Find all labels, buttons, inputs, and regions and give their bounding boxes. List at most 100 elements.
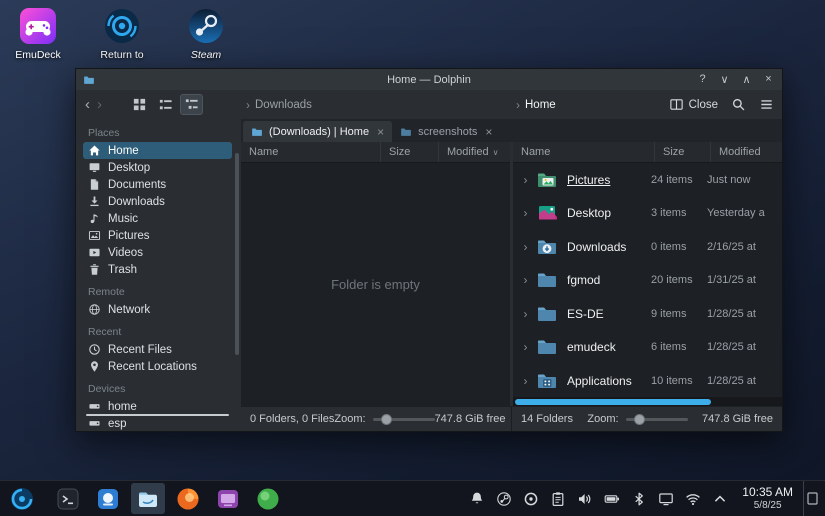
desktop-icon-emudeck[interactable]: EmuDeck (6, 6, 70, 61)
taskbar-blue-app[interactable] (91, 483, 125, 514)
empty-folder-view[interactable]: Folder is empty (241, 163, 510, 406)
search-button[interactable] (731, 97, 746, 112)
breadcrumb-right-label[interactable]: Home (525, 99, 556, 111)
scrollbar-thumb[interactable] (515, 399, 711, 405)
taskbar-media-app[interactable] (211, 483, 245, 514)
expand-chevron-icon[interactable]: › (516, 340, 535, 354)
taskbar-dark-app[interactable] (51, 483, 85, 514)
column-header-name[interactable]: Name (241, 142, 380, 162)
bluetooth-icon[interactable] (631, 491, 647, 507)
file-name[interactable]: Pictures (567, 173, 651, 187)
file-row-fgmod[interactable]: › fgmod 20 items 1/31/25 at (513, 264, 782, 298)
tab-downloads-home[interactable]: (Downloads) | Home × (243, 121, 392, 142)
breadcrumb-left-label[interactable]: Downloads (255, 99, 312, 111)
zoom-slider[interactable] (626, 414, 688, 425)
sidebar-item-recent-locations[interactable]: Recent Locations (83, 358, 232, 375)
app-launcher-button[interactable] (5, 483, 39, 514)
tab-close-icon[interactable]: × (377, 125, 384, 139)
clipboard-icon[interactable] (550, 491, 566, 507)
close-split-button[interactable]: Close (669, 97, 718, 112)
details-view-button[interactable] (180, 94, 203, 115)
sidebar-item-pictures[interactable]: Pictures (83, 227, 232, 244)
expand-chevron-icon[interactable]: › (516, 206, 535, 220)
forward-button[interactable]: › (97, 97, 102, 112)
file-name[interactable]: ES-DE (567, 307, 651, 321)
show-desktop-button[interactable] (803, 481, 820, 516)
volume-icon[interactable] (577, 491, 593, 507)
display-icon[interactable] (658, 491, 674, 507)
file-row-es-de[interactable]: › ES-DE 9 items 1/28/25 at (513, 297, 782, 331)
clock[interactable]: 10:35 AM 5/8/25 (742, 485, 793, 511)
file-row-emudeck[interactable]: › emudeck 6 items 1/28/25 at (513, 331, 782, 365)
taskbar-dolphin-app[interactable] (131, 483, 165, 514)
left-pane: Name Size Modified ∨ Folder is empty (241, 142, 510, 406)
file-size: 20 items (651, 274, 707, 286)
expand-chevron-icon[interactable]: › (516, 240, 535, 254)
expand-chevron-icon[interactable]: › (516, 374, 535, 388)
sidebar-item-desktop[interactable]: Desktop (83, 159, 232, 176)
system-tray (469, 491, 732, 507)
tab-close-icon[interactable]: × (485, 125, 492, 139)
file-name[interactable]: Downloads (567, 240, 651, 254)
desktop-icon-return-to-gaming[interactable]: Return to (90, 6, 154, 61)
sidebar-item-trash[interactable]: Trash (83, 261, 232, 278)
file-row-applications[interactable]: › Applications 10 items 1/28/25 at (513, 364, 782, 397)
sidebar-item-documents[interactable]: Documents (83, 176, 232, 193)
file-row-downloads[interactable]: › Downloads 0 items 2/16/25 at (513, 230, 782, 264)
notifications-bell-icon[interactable] (469, 491, 485, 507)
expand-chevron-icon[interactable]: › (516, 273, 535, 287)
tab-label: screenshots (418, 126, 477, 138)
close-window-button[interactable]: × (762, 73, 775, 86)
column-header-name[interactable]: Name (513, 142, 654, 162)
battery-icon[interactable] (604, 491, 620, 507)
breadcrumb-right[interactable]: › Home (516, 98, 556, 112)
zoom-slider-knob[interactable] (381, 414, 392, 425)
column-header-modified[interactable]: Modified ∨ (438, 142, 510, 162)
help-button[interactable]: ? (696, 73, 709, 86)
titlebar[interactable]: Home — Dolphin ? ∨ ∧ × (76, 69, 782, 90)
sidebar-item-home[interactable]: Home (83, 142, 232, 159)
minimize-button[interactable]: ∨ (718, 73, 731, 86)
sidebar-item-recent-files[interactable]: Recent Files (83, 341, 232, 358)
steam-tray-icon[interactable] (496, 491, 512, 507)
wifi-icon[interactable] (685, 491, 701, 507)
file-row-desktop[interactable]: › Desktop 3 items Yesterday a (513, 197, 782, 231)
back-button[interactable]: ‹ (85, 97, 90, 112)
icons-view-button[interactable] (128, 94, 151, 115)
file-name[interactable]: Applications (567, 374, 651, 388)
horizontal-scrollbar[interactable] (513, 397, 782, 406)
sidebar-item-device-home[interactable]: home (83, 398, 232, 415)
sidebar-item-network[interactable]: Network (83, 301, 232, 318)
file-name[interactable]: emudeck (567, 340, 651, 354)
taskbar-firefox-app[interactable] (171, 483, 205, 514)
sidebar-scrollbar[interactable] (235, 153, 239, 355)
sidebar-item-device-esp[interactable]: esp (83, 415, 232, 431)
file-name[interactable]: fgmod (567, 273, 651, 287)
maximize-button[interactable]: ∧ (740, 73, 753, 86)
status-ring-icon[interactable] (523, 491, 539, 507)
expand-chevron-icon[interactable]: › (516, 307, 535, 321)
compact-view-button[interactable] (154, 94, 177, 115)
expand-tray-chevron-icon[interactable] (712, 491, 728, 507)
close-split-label: Close (689, 99, 718, 111)
menu-button[interactable] (759, 97, 774, 112)
desktop: EmuDeck Return to Steam (0, 0, 825, 516)
desktop-icon-steam[interactable]: Steam (174, 6, 238, 61)
tab-screenshots[interactable]: screenshots × (392, 121, 500, 142)
column-header-size[interactable]: Size (380, 142, 438, 162)
sidebar-item-label: home (108, 401, 137, 413)
sidebar-item-videos[interactable]: Videos (83, 244, 232, 261)
sidebar-item-downloads[interactable]: Downloads (83, 193, 232, 210)
taskbar-green-app[interactable] (251, 483, 285, 514)
expand-chevron-icon[interactable]: › (516, 173, 535, 187)
drive-icon (88, 417, 101, 430)
breadcrumb-left[interactable]: › Downloads (246, 98, 312, 112)
zoom-slider-knob[interactable] (634, 414, 645, 425)
sidebar-item-music[interactable]: Music (83, 210, 232, 227)
folder-downloads-icon (535, 235, 559, 259)
zoom-slider[interactable] (373, 414, 435, 425)
file-name[interactable]: Desktop (567, 206, 651, 220)
file-row-pictures[interactable]: › Pictures 24 items Just now (513, 163, 782, 197)
column-header-size[interactable]: Size (654, 142, 710, 162)
column-header-modified[interactable]: Modified (710, 142, 782, 162)
